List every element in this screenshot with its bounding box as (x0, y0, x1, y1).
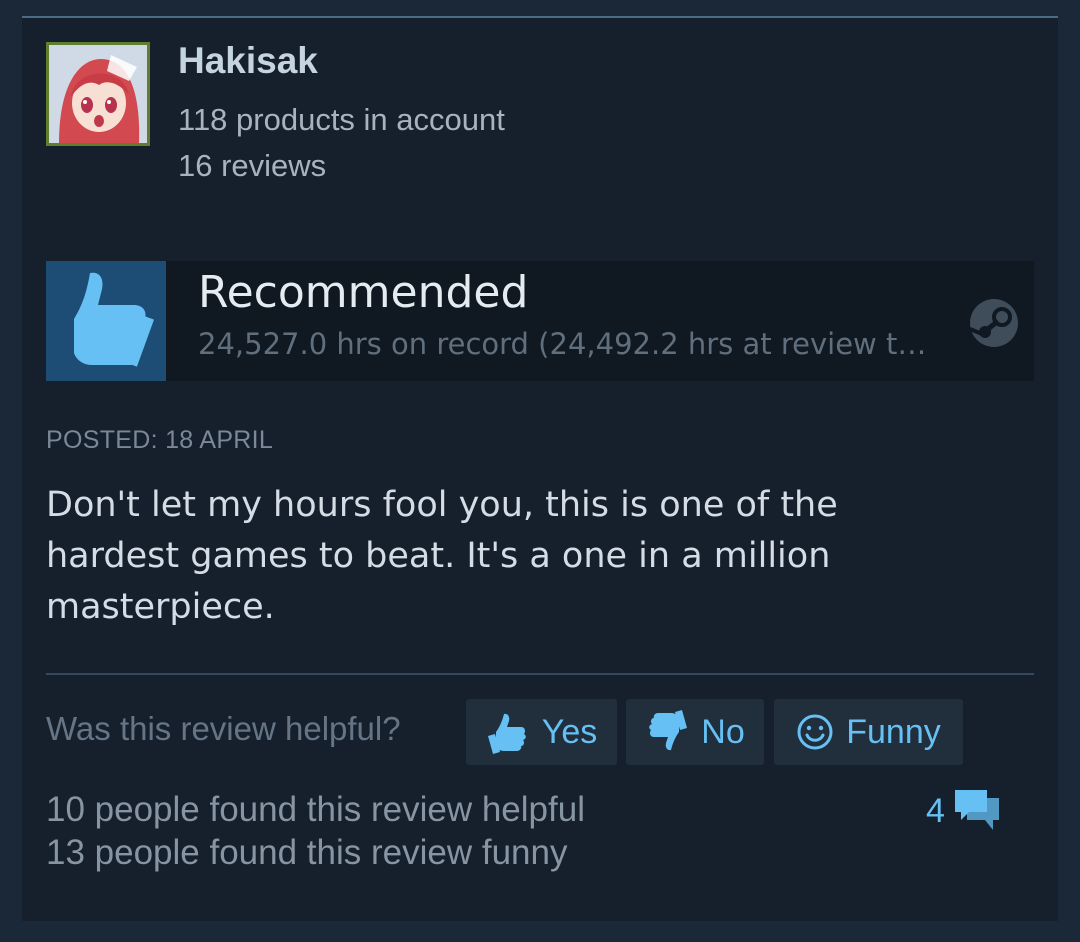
no-button[interactable]: No (626, 699, 764, 765)
hours-on-record: 24,527.0 hrs on record (24,492.2 hrs at … (198, 327, 927, 361)
no-label: No (701, 712, 745, 751)
avatar-image (49, 45, 147, 143)
helpful-count: 10 people found this review helpful (46, 790, 585, 829)
funny-label: Funny (846, 712, 941, 751)
steam-icon (969, 299, 1018, 347)
comments-icon (954, 790, 999, 830)
comments-link[interactable]: 4 (926, 786, 1001, 836)
yes-label: Yes (541, 712, 598, 751)
products-count[interactable]: 118 products in account (178, 102, 505, 138)
reviewer-name[interactable]: Hakisak (178, 40, 318, 82)
divider (46, 673, 1034, 675)
funny-button[interactable]: Funny (774, 699, 963, 765)
avatar[interactable] (46, 42, 150, 146)
smiley-icon (797, 714, 833, 750)
comment-count: 4 (926, 791, 945, 830)
review-body: Don't let my hours fool you, this is one… (46, 485, 838, 627)
thumb-box (46, 261, 166, 381)
recommendation-banner: Recommended 24,527.0 hrs on record (24,4… (46, 261, 1034, 381)
funny-count: 13 people found this review funny (46, 833, 568, 872)
reviews-count[interactable]: 16 reviews (178, 148, 326, 184)
yes-button[interactable]: Yes (466, 699, 617, 765)
helpful-question: Was this review helpful? (46, 710, 401, 747)
thumbs-up-icon (487, 713, 526, 754)
posted-date: POSTED: 18 APRIL (46, 426, 274, 454)
thumbs-up-icon (74, 272, 155, 367)
thumbs-down-icon (649, 710, 688, 751)
review-card: Hakisak 118 products in account 16 revie… (22, 16, 1058, 921)
recommended-label: Recommended (198, 267, 529, 318)
